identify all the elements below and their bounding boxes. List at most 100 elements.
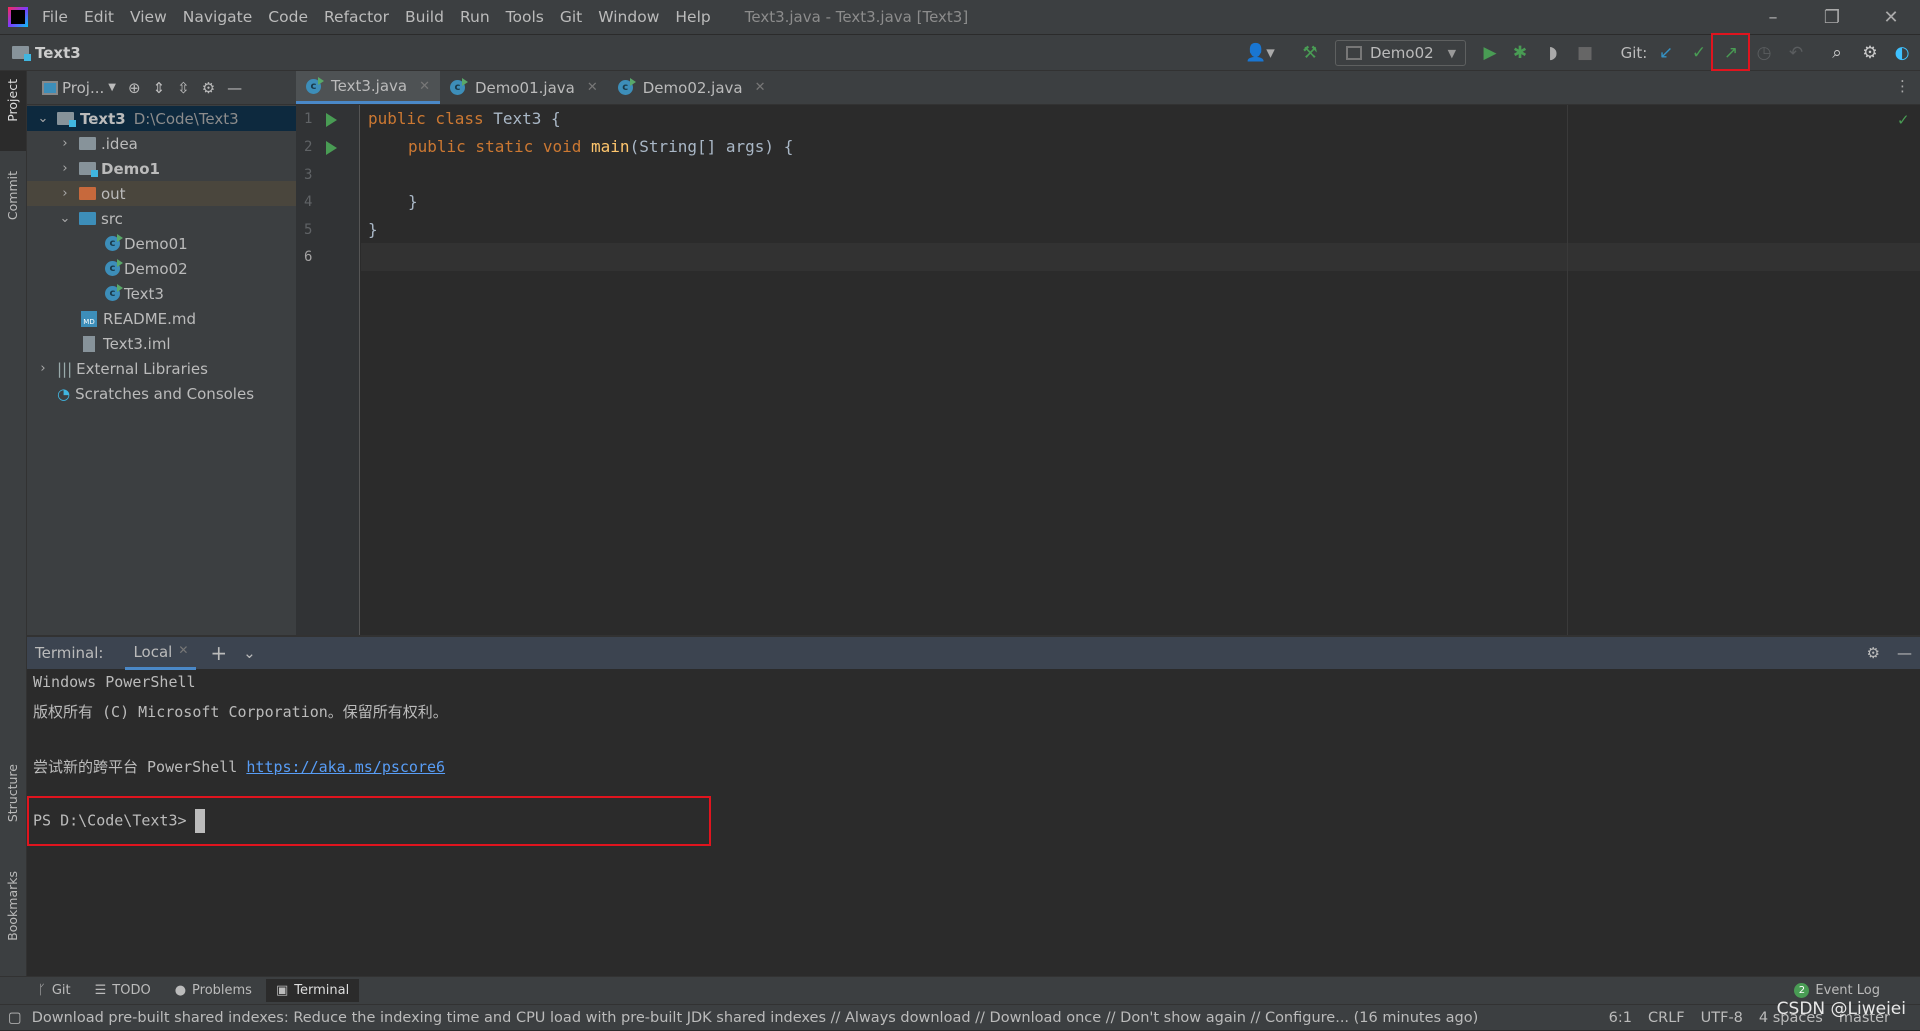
chevron-down-icon[interactable]: ⌄	[243, 644, 256, 662]
code-line-4[interactable]: }	[408, 192, 418, 211]
build-hammer-icon[interactable]: ⚒	[1295, 35, 1325, 71]
terminal-line: 版权所有 (C) Microsoft Corporation。保留所有权利。	[33, 703, 448, 721]
line-number: 3	[304, 167, 313, 183]
minimize-button[interactable]: –	[1744, 0, 1802, 35]
history-clock-icon[interactable]: ◷	[1749, 35, 1779, 71]
no-problems-check-icon: ✓	[1897, 111, 1910, 129]
close-button[interactable]: ✕	[1862, 0, 1920, 35]
app-icon	[1346, 46, 1362, 60]
menu-file[interactable]: File	[42, 8, 68, 26]
editor-gutter: 1 2 3 4 5 6	[296, 105, 360, 635]
code-line-5[interactable]: }	[368, 220, 378, 239]
run-gutter-icon[interactable]	[326, 113, 337, 127]
menu-run[interactable]: Run	[460, 8, 490, 26]
problems-tool-button[interactable]: ● Problems	[175, 983, 252, 998]
structure-tool-button[interactable]: Structure	[5, 764, 20, 822]
tree-item-idea[interactable]: › .idea	[27, 131, 296, 156]
tree-item-out[interactable]: › out	[27, 181, 296, 206]
stop-icon[interactable]: ■	[1570, 35, 1600, 71]
git-tool-button[interactable]: ᚴ Git	[38, 983, 71, 998]
close-tab-icon[interactable]: ✕	[178, 643, 188, 661]
tree-item-text3[interactable]: ⌄ Text3 D:\Code\Text3	[27, 106, 296, 131]
commit-tool-button[interactable]: Commit	[5, 171, 20, 220]
breadcrumb-project[interactable]: Text3	[35, 44, 81, 62]
terminal-label: Terminal:	[35, 644, 104, 662]
code-with-me-icon[interactable]: ◐	[1887, 35, 1917, 71]
project-view-select[interactable]: Proj... ▼	[42, 79, 116, 97]
right-margin-guide	[1567, 105, 1568, 635]
tree-item-text3-class[interactable]: c Text3	[27, 281, 296, 306]
project-folder-icon	[12, 46, 31, 61]
tree-item-demo1[interactable]: › Demo1	[27, 156, 296, 181]
expand-all-icon[interactable]: ⇕	[153, 79, 166, 97]
chevron-down-icon: ▼	[1447, 46, 1457, 60]
code-line-1[interactable]: public class Text3 {	[368, 109, 561, 128]
menu-edit[interactable]: Edit	[84, 8, 114, 26]
run-gutter-icon[interactable]	[326, 141, 337, 155]
todo-tool-button[interactable]: ☰ TODO	[95, 983, 151, 998]
menu-bar: File Edit View Navigate Code Refactor Bu…	[0, 0, 1920, 35]
tree-label: src	[101, 209, 123, 228]
terminal-tool-button[interactable]: ▣ Terminal	[265, 979, 360, 1002]
account-icon[interactable]: 👤▾	[1245, 35, 1275, 71]
run-configuration-select[interactable]: Demo02 ▼	[1335, 40, 1466, 66]
tree-label: Demo02	[124, 259, 188, 278]
chevron-down-icon: ⌄	[59, 211, 71, 226]
tab-demo02-java[interactable]: c Demo02.java ✕	[608, 71, 776, 104]
collapse-all-icon[interactable]: ⇳	[177, 79, 190, 97]
menu-git[interactable]: Git	[560, 8, 582, 26]
restore-button[interactable]: ❐	[1803, 0, 1861, 35]
debug-bug-icon[interactable]: ✱	[1505, 35, 1535, 71]
rollback-icon[interactable]: ↶	[1781, 35, 1811, 71]
bookmarks-tool-button[interactable]: Bookmarks	[5, 871, 20, 941]
status-toggle-icon[interactable]: ▢	[8, 1010, 22, 1026]
more-options-icon[interactable]: ⋮	[1895, 77, 1910, 95]
tree-item-external-libraries[interactable]: › ||| External Libraries	[27, 356, 296, 381]
menu-view[interactable]: View	[130, 8, 167, 26]
tab-text3-java[interactable]: c Text3.java ✕	[296, 71, 440, 104]
tree-item-src[interactable]: ⌄ src	[27, 206, 296, 231]
git-commit-check-icon[interactable]: ✓	[1684, 35, 1714, 71]
git-label: Git:	[1620, 44, 1648, 62]
git-update-icon[interactable]: ↙	[1651, 35, 1681, 71]
close-tab-icon[interactable]: ✕	[587, 80, 598, 95]
menu-code[interactable]: Code	[268, 8, 308, 26]
tab-demo01-java[interactable]: c Demo01.java ✕	[440, 71, 608, 104]
gear-icon[interactable]: ⚙	[202, 79, 215, 97]
line-number: 5	[304, 222, 313, 238]
file-encoding[interactable]: UTF-8	[1701, 1010, 1743, 1026]
java-class-icon: c	[105, 284, 123, 301]
hide-panel-icon[interactable]: —	[227, 79, 242, 97]
gear-icon[interactable]: ⚙	[1867, 644, 1880, 662]
menu-help[interactable]: Help	[675, 8, 710, 26]
new-terminal-plus-icon[interactable]: +	[210, 641, 227, 665]
run-icon[interactable]: ▶	[1475, 35, 1505, 71]
tree-item-scratches[interactable]: ◔ Scratches and Consoles	[27, 381, 296, 406]
caret-position[interactable]: 6:1	[1609, 1010, 1632, 1026]
warning-icon: ●	[174, 983, 187, 998]
close-tab-icon[interactable]: ✕	[419, 79, 430, 94]
gear-icon[interactable]: ⚙	[1855, 35, 1885, 71]
tree-item-demo01[interactable]: c Demo01	[27, 231, 296, 256]
menu-build[interactable]: Build	[405, 8, 444, 26]
window-title: Text3.java - Text3.java [Text3]	[744, 8, 969, 26]
hide-panel-icon[interactable]: —	[1897, 644, 1912, 662]
tree-item-readme[interactable]: MD README.md	[27, 306, 296, 331]
locate-icon[interactable]: ⊕	[128, 79, 141, 97]
code-line-2[interactable]: public static void main(String[] args) {	[408, 137, 793, 156]
menu-navigate[interactable]: Navigate	[183, 8, 253, 26]
coverage-icon[interactable]: ◗	[1538, 35, 1568, 71]
menu-refactor[interactable]: Refactor	[324, 8, 389, 26]
terminal-tab-local[interactable]: Local ✕	[125, 637, 197, 670]
pscore6-link[interactable]: https://aka.ms/pscore6	[246, 758, 445, 776]
menu-tools[interactable]: Tools	[506, 8, 544, 26]
search-icon[interactable]: ⌕	[1822, 35, 1852, 71]
menu-window[interactable]: Window	[598, 8, 659, 26]
status-message[interactable]: Download pre-built shared indexes: Reduc…	[32, 1010, 1479, 1026]
tree-item-demo02[interactable]: c Demo02	[27, 256, 296, 281]
tree-item-iml[interactable]: Text3.iml	[27, 331, 296, 356]
close-tab-icon[interactable]: ✕	[755, 80, 766, 95]
event-log-button[interactable]: 2 Event Log	[1794, 983, 1880, 998]
line-separator[interactable]: CRLF	[1648, 1010, 1685, 1026]
project-tool-button[interactable]: Project	[5, 79, 20, 122]
